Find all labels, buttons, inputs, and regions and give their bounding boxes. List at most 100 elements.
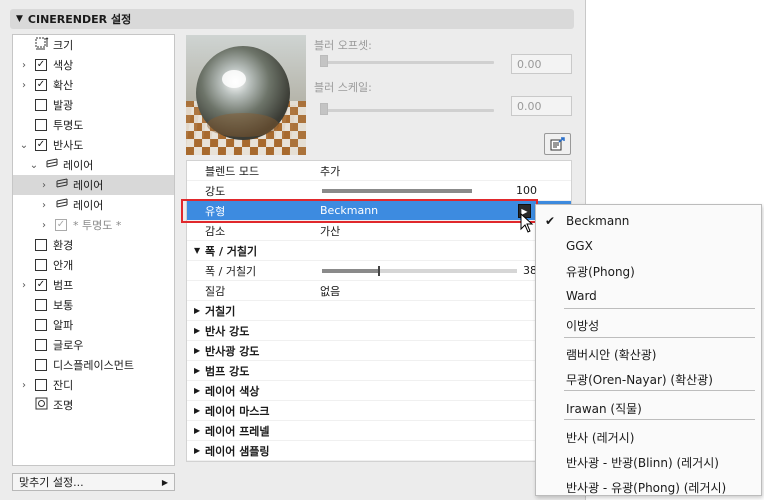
tree-item[interactable]: 알파 [13,315,174,335]
checkbox[interactable]: ✓ [35,79,47,91]
menu-item[interactable]: 반사 (레거시) [536,425,761,449]
checkbox[interactable] [35,119,47,131]
checkbox[interactable] [35,319,47,331]
checkbox[interactable] [35,339,47,351]
strength-row[interactable]: 강도 100 [187,181,571,201]
tree-item[interactable]: › ✓ 색상 [13,55,174,75]
collapsed-triangle-icon[interactable]: ▶ [194,366,200,375]
tree-item[interactable]: › 레이어 [13,175,174,195]
menu-item[interactable]: 무광(Oren-Nayar) (확산광) [536,367,761,391]
panel-title-bar[interactable]: ▼ CINERENDER 설정 [10,9,574,29]
tree-item[interactable]: 투명도 [13,115,174,135]
chevron-right-icon[interactable]: › [39,220,49,231]
collapsed-section-header[interactable]: ▶ 거칠기 [187,301,571,321]
roughness-slider[interactable] [322,266,517,276]
menu-item-label: Ward [566,289,597,303]
chevron-right-icon[interactable]: › [19,80,29,91]
chevron-down-icon[interactable]: ⌄ [29,160,39,171]
tree-item[interactable]: 조명 [13,395,174,415]
blur-scale-slider[interactable] [320,109,494,112]
collapsed-section-header[interactable]: ▶ 범프 강도 [187,361,571,381]
menu-item[interactable]: 유광(Phong) [536,259,761,283]
tree-item[interactable]: 발광 [13,95,174,115]
property-grid: 블렌드 모드 추가 강도 100 유형 Beckmann 감소 가산 ▼ 폭 /… [186,160,572,462]
mouse-cursor-icon [520,213,534,233]
section-label: 레이어 프레넬 [205,424,270,438]
checkbox[interactable]: ✓ [55,219,67,231]
menu-item[interactable]: 이방성 [536,313,761,337]
menu-item[interactable]: 반사광 - 반광(Blinn) (레거시) [536,450,761,474]
tree-item[interactable]: 환경 [13,235,174,255]
type-row[interactable]: 유형 Beckmann [187,201,571,221]
menu-item[interactable]: 램버시안 (확산광) [536,342,761,366]
tree-item-label: 알파 [53,319,74,332]
checkbox[interactable] [35,99,47,111]
collapse-triangle-icon[interactable]: ▼ [16,14,23,24]
strength-slider[interactable] [322,189,472,193]
collapsed-section-header[interactable]: ▶ 레이어 프레넬 [187,421,571,441]
checkbox[interactable] [35,259,47,271]
blur-offset-field[interactable]: 0.00 [511,54,572,74]
texture-row[interactable]: 질감 없음 [187,281,571,301]
export-button[interactable] [544,133,571,155]
menu-item[interactable]: ✔ Beckmann [536,209,761,233]
checkbox[interactable] [35,359,47,371]
chevron-right-icon[interactable]: › [19,60,29,71]
tree-item[interactable]: ⌄ 레이어 [13,155,174,175]
collapsed-triangle-icon[interactable]: ▶ [194,386,200,395]
tree-item[interactable]: › ✓ 범프 [13,275,174,295]
collapsed-triangle-icon[interactable]: ▶ [194,326,200,335]
menu-item[interactable]: Ward [536,284,761,308]
collapsed-triangle-icon[interactable]: ▶ [194,426,200,435]
checkbox[interactable]: ✓ [35,279,47,291]
tree-item-label: 보통 [53,299,74,312]
tree-item[interactable]: 보통 [13,295,174,315]
menu-item[interactable]: Irawan (직물) [536,396,761,420]
collapsed-section-header[interactable]: ▶ 레이어 샘플링 [187,441,571,461]
menu-item[interactable]: 반사광 - 유광(Phong) (레거시) [536,475,761,499]
collapsed-section-header[interactable]: ▶ 레이어 마스크 [187,401,571,421]
tree-item[interactable]: › 잔디 [13,375,174,395]
chevron-right-icon[interactable]: › [39,180,49,191]
attenuation-row[interactable]: 감소 가산 [187,221,571,241]
tree-item[interactable]: › ✓ 확산 [13,75,174,95]
blend-mode-row[interactable]: 블렌드 모드 추가 [187,161,571,181]
tree-item-label: 반사도 [53,139,84,152]
tree-item-label: 범프 [53,279,74,292]
tree-item[interactable]: › 레이어 [13,195,174,215]
collapsed-triangle-icon[interactable]: ▶ [194,346,200,355]
chevron-right-icon[interactable]: › [39,200,49,211]
blur-scale-field[interactable]: 0.00 [511,96,572,116]
menu-item[interactable]: GGX [536,234,761,258]
roughness-section-header[interactable]: ▼ 폭 / 거칠기 [187,241,571,261]
checkbox[interactable]: ✓ [35,139,47,151]
collapsed-section-header[interactable]: ▶ 반사 강도 [187,321,571,341]
blur-scale-knob[interactable] [320,103,328,115]
checkbox[interactable] [35,379,47,391]
blur-offset-slider[interactable] [320,61,494,64]
roughness-row[interactable]: 폭 / 거칠기 38 [187,261,571,281]
chevron-down-icon[interactable]: ⌄ [19,140,29,151]
tree-item[interactable]: 안개 [13,255,174,275]
chevron-right-icon[interactable]: › [19,280,29,291]
chevron-right-icon[interactable]: › [19,380,29,391]
collapsed-triangle-icon[interactable]: ▶ [194,406,200,415]
tree-item[interactable]: › ✓ * 투명도 * [13,215,174,235]
collapsed-triangle-icon[interactable]: ▶ [194,446,200,455]
checkbox[interactable] [35,239,47,251]
menu-item-label: 이방성 [566,318,600,333]
tree-item[interactable]: 크기 [13,35,174,55]
expanded-triangle-icon[interactable]: ▼ [194,246,200,255]
menu-item-label: 유광(Phong) [566,264,635,279]
tree-item[interactable]: ⌄ ✓ 반사도 [13,135,174,155]
collapsed-section-header[interactable]: ▶ 반사광 강도 [187,341,571,361]
collapsed-section-header[interactable]: ▶ 레이어 색상 [187,381,571,401]
preset-dropdown[interactable]: 맞추기 설정... ▶ [12,473,175,491]
checkbox[interactable]: ✓ [35,59,47,71]
tree-item[interactable]: 글로우 [13,335,174,355]
tree-item[interactable]: 디스플레이스먼트 [13,355,174,375]
section-label: 거칠기 [205,304,236,318]
collapsed-triangle-icon[interactable]: ▶ [194,306,200,315]
checkbox[interactable] [35,299,47,311]
blur-offset-knob[interactable] [320,55,328,67]
